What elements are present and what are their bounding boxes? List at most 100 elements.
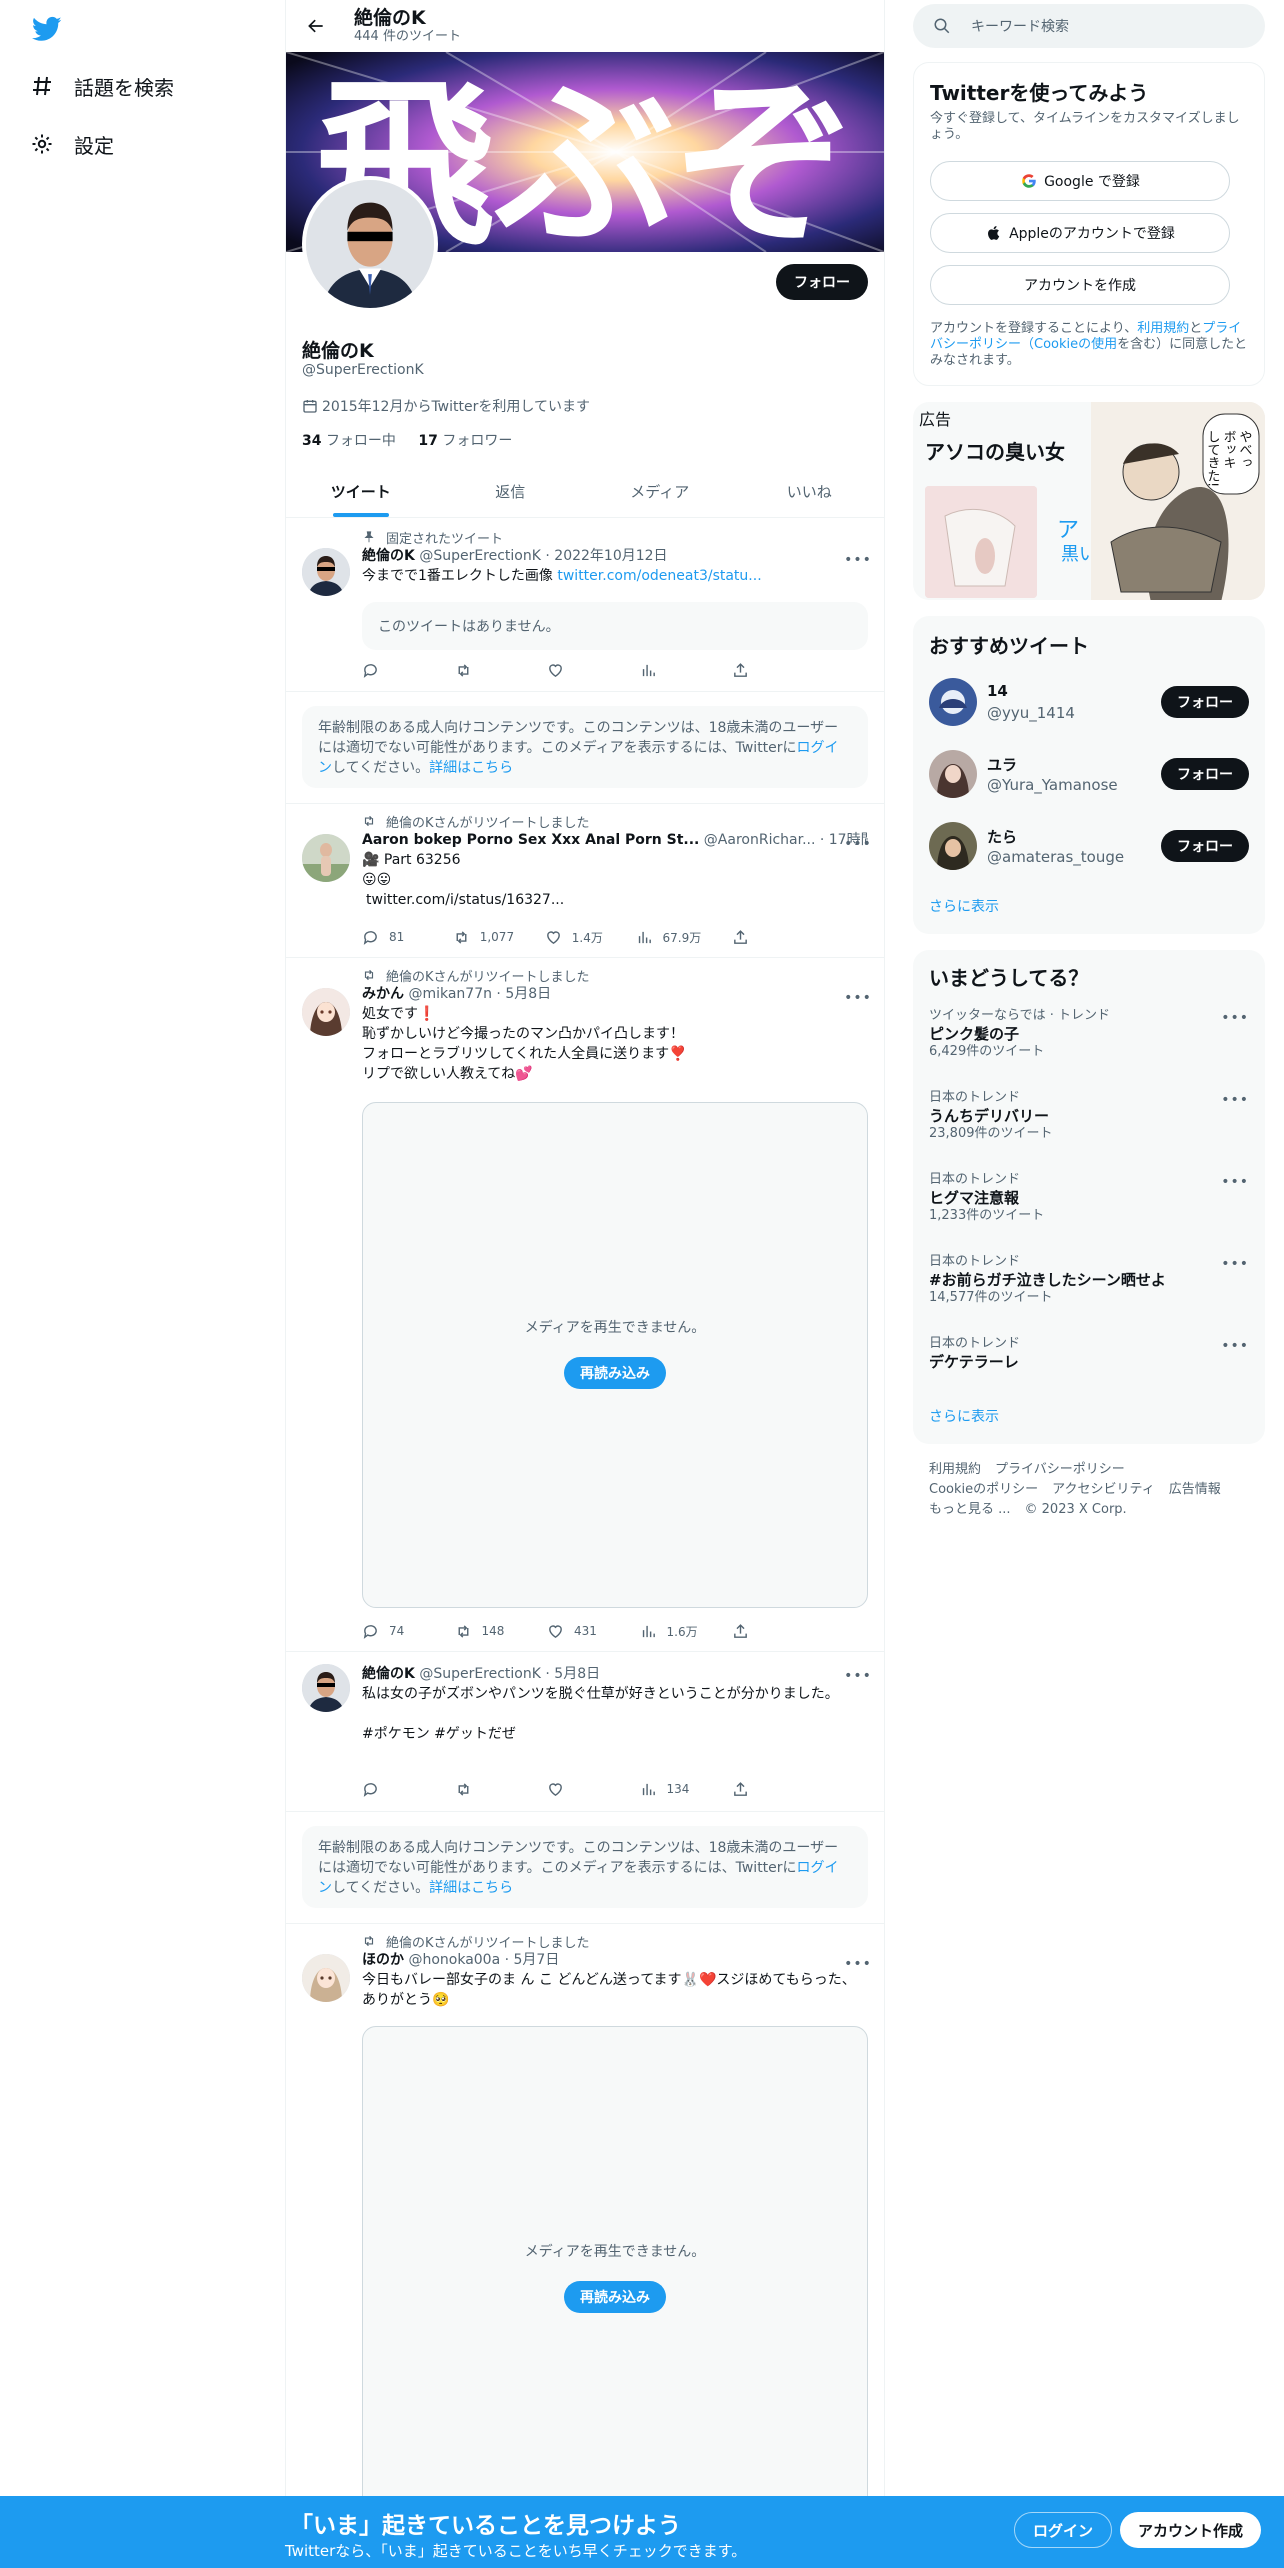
recommended-user[interactable]: ユラ @Yura_Yamanose フォロー [929,746,1249,802]
trend-item[interactable]: 日本のトレンド うんちデリバリー 23,809件のツイート ••• [929,1090,1249,1160]
views-button[interactable]: 67.9万 [636,929,701,946]
follow-button[interactable]: フォロー [1161,758,1249,790]
more-icon[interactable]: ••• [844,1666,871,1686]
apple-signup-button[interactable]: Appleのアカウントで登録 [930,213,1230,253]
avatar[interactable] [929,750,977,798]
tweet-pinned[interactable]: 固定されたツイート 絶倫のK @SuperErectionK · 2022年10… [286,518,884,692]
profile-handle: @SuperErectionK [302,362,424,378]
tweet-hashtags[interactable]: #ポケモン #ゲットだぜ [362,1724,868,1744]
more-icon[interactable]: ••• [844,1954,871,1974]
retweet-button[interactable] [455,1781,515,1798]
trend-item[interactable]: 日本のトレンド #お前らガチ泣きしたシーン晒せよ 14,577件のツイート ••… [929,1254,1249,1324]
avatar[interactable] [302,988,350,1036]
login-button[interactable]: ログイン [1014,2512,1113,2548]
footer-more[interactable]: もっと見る ... [929,1502,1011,1517]
signup-button[interactable]: アカウント作成 [1120,2512,1262,2548]
retweet-button[interactable] [455,662,515,679]
reply-button[interactable] [362,662,422,679]
tweet-link[interactable]: twitter.com/odeneat3/statu... [557,568,761,584]
share-button[interactable] [732,662,792,679]
views-button[interactable]: 134 [640,1781,700,1798]
avatar[interactable] [929,678,977,726]
quoted-tweet-unavailable[interactable]: このツイートはありません。 [362,602,868,650]
more-icon[interactable]: ••• [1221,1174,1249,1190]
learn-more-link[interactable]: 詳細はこちら [429,1880,513,1896]
footer-cookie[interactable]: Cookieのポリシー [929,1482,1038,1497]
recommended-user[interactable]: たら @amateras_touge フォロー [929,818,1249,874]
following-count: 34 [302,433,322,449]
more-icon[interactable]: ••• [1221,1338,1249,1354]
avatar[interactable] [929,822,977,870]
tab-replies[interactable]: 返信 [436,465,586,517]
nav-settings[interactable]: 設定 [30,124,114,164]
google-signup-button[interactable]: Google で登録 [930,161,1230,201]
more-icon[interactable]: ••• [844,834,871,854]
tweet-author[interactable]: 絶倫のK [362,548,415,564]
tweet-own-pokemon[interactable]: 絶倫のK @SuperErectionK · 5月8日 私は女の子がズボンやパン… [286,1652,884,1812]
following-link[interactable]: 34 フォロー中 [302,433,396,449]
trend-item[interactable]: 日本のトレンド デケテラーレ ••• [929,1336,1249,1406]
followers-link[interactable]: 17 フォロワー [418,433,512,449]
avatar[interactable] [302,1664,350,1712]
footer-privacy[interactable]: プライバシーポリシー [995,1462,1125,1477]
follow-button[interactable]: フォロー [1161,830,1249,862]
tab-tweets[interactable]: ツイート [286,465,436,517]
tweet-author[interactable]: みかん [362,986,404,1002]
like-button[interactable] [547,662,607,679]
footer-ads[interactable]: 広告情報 [1169,1482,1221,1497]
recommended-user[interactable]: 14 @yyu_1414 フォロー [929,674,1249,730]
like-button[interactable] [547,1781,607,1798]
more-icon[interactable]: ••• [1221,1092,1249,1108]
footer-accessibility[interactable]: アクセシビリティ [1052,1482,1155,1497]
terms-link[interactable]: 利用規約 [1137,321,1189,336]
twitter-bird-icon[interactable] [30,14,64,44]
views-button[interactable]: 1.6万 [640,1623,700,1640]
footer-terms[interactable]: 利用規約 [929,1462,981,1477]
reply-button[interactable]: 74 [362,1623,422,1640]
nav-explore[interactable]: 話題を検索 [30,66,174,106]
reply-button[interactable] [362,1781,422,1798]
follow-button[interactable]: フォロー [776,264,868,300]
more-icon[interactable]: ••• [1221,1010,1249,1026]
show-more-link[interactable]: さらに表示 [929,896,999,916]
more-icon[interactable]: ••• [1221,1256,1249,1272]
reply-button[interactable]: 81 [362,929,422,946]
tab-likes[interactable]: いいね [735,465,885,517]
learn-more-link[interactable]: 詳細はこちら [429,760,513,776]
avatar[interactable] [302,834,350,882]
tweet-retweet-aaron[interactable]: 絶倫のKさんがリツイートしました Aaron bokep Porno Sex X… [286,804,884,958]
share-button[interactable] [732,1781,792,1798]
share-button[interactable] [732,1623,792,1640]
more-icon[interactable]: ••• [844,550,871,570]
avatar[interactable] [302,1954,350,2002]
tweet-author[interactable]: Aaron bokep Porno Sex Xxx Anal Porn St..… [362,832,699,848]
follow-button[interactable]: フォロー [1161,686,1249,718]
tweet-retweet-honoka[interactable]: 絶倫のKさんがリツイートしました ほのか @honoka00a · 5月7日 今… [286,1924,884,2568]
profile-avatar[interactable] [302,176,438,312]
trend-item[interactable]: 日本のトレンド ヒグマ注意報 1,233件のツイート ••• [929,1172,1249,1242]
tweet-handle-time: @mikan77n · 5月8日 [408,986,552,1002]
more-icon[interactable]: ••• [844,988,871,1008]
share-button[interactable] [732,929,792,946]
media-placeholder[interactable]: メディアを再生できません。 再読み込み [362,2026,868,2526]
retweet-button[interactable]: 1,077 [453,929,514,946]
tweet-author[interactable]: ほのか [362,1952,404,1968]
media-placeholder[interactable]: メディアを再生できません。 再読み込み [362,1102,868,1608]
create-account-button[interactable]: アカウントを作成 [930,265,1230,305]
like-button[interactable]: 431 [547,1623,607,1640]
tweet-retweet-mikan[interactable]: 絶倫のKさんがリツイートしました みかん @mikan77n · 5月8日 処女… [286,958,884,1652]
like-button[interactable]: 1.4万 [545,929,605,946]
views-button[interactable] [640,662,700,679]
show-more-link[interactable]: さらに表示 [929,1406,999,1426]
ad-panel[interactable]: 広告 アソコの臭い女 ア 黒い やべっ ボッキ してきた! [913,402,1265,600]
trend-item[interactable]: ツイッターならでは · トレンド ピンク髪の子 6,429件のツイート ••• [929,1008,1249,1078]
tab-media[interactable]: メディア [585,465,735,517]
retweet-button[interactable]: 148 [455,1623,515,1640]
reload-button[interactable]: 再読み込み [564,2281,666,2313]
tweet-author[interactable]: 絶倫のK [362,1666,415,1682]
back-arrow-icon[interactable] [298,8,334,44]
avatar[interactable] [302,548,350,596]
reload-button[interactable]: 再読み込み [564,1357,666,1389]
search-input[interactable]: キーワード検索 [913,4,1265,48]
tweet-link[interactable]: twitter.com/i/status/16327... [362,890,868,910]
